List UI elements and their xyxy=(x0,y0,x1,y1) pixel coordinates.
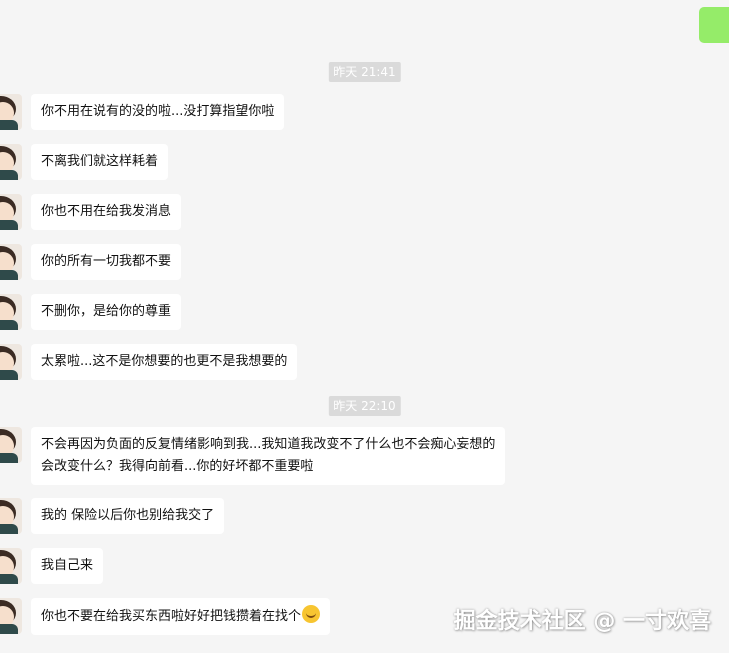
avatar[interactable] xyxy=(0,194,22,230)
message-row: 你也不用在给我发消息 xyxy=(0,194,182,230)
message-bubble[interactable]: 不离我们就这样耗着 xyxy=(31,144,169,180)
message-bubble[interactable]: 不删你，是给你的尊重 xyxy=(31,294,182,330)
avatar[interactable] xyxy=(0,498,22,534)
message-text: 你也不要在给我买东西啦好好把钱攒着在找个 xyxy=(41,609,302,624)
message-row: 你的所有一切我都不要 xyxy=(0,244,182,280)
message-row: 我的 保险以后你也别给我交了 xyxy=(0,498,225,534)
message-row: 你不用在说有的没的啦...没打算指望你啦 xyxy=(0,94,285,130)
avatar[interactable] xyxy=(0,94,22,130)
watermark: 掘金技术社区 @ 一寸欢喜 xyxy=(453,609,711,634)
avatar[interactable] xyxy=(0,244,22,280)
message-row: 你也不要在给我买东西啦好好把钱攒着在找个 xyxy=(0,598,331,635)
message-row: 我自己来 xyxy=(0,548,104,584)
avatar[interactable] xyxy=(0,294,22,330)
message-bubble[interactable]: 你的所有一切我都不要 xyxy=(31,244,182,280)
message-bubble[interactable]: 你也不用在给我发消息 xyxy=(31,194,182,230)
message-row: 不会再因为负面的反复情绪影响到我...我知道我改变不了什么也不会痴心妄想的 会改… xyxy=(0,427,506,485)
timestamp: 昨天 21:41 xyxy=(328,62,401,82)
avatar[interactable] xyxy=(0,144,22,180)
message-row: 不删你，是给你的尊重 xyxy=(0,294,182,330)
avatar[interactable] xyxy=(0,598,22,634)
timestamp: 昨天 22:10 xyxy=(328,396,401,416)
avatar[interactable] xyxy=(0,427,22,463)
message-row: 太累啦...这不是你想要的也更不是我想要的 xyxy=(0,344,298,380)
chat-window: 昨天 21:41 你不用在说有的没的啦...没打算指望你啦 不离我们就这样耗着 … xyxy=(0,0,729,653)
message-bubble[interactable]: 你不用在说有的没的啦...没打算指望你啦 xyxy=(31,94,285,130)
sent-message-bubble[interactable] xyxy=(699,7,729,43)
laughing-emoji-icon xyxy=(302,605,321,623)
message-bubble[interactable]: 你也不要在给我买东西啦好好把钱攒着在找个 xyxy=(31,598,331,635)
message-bubble[interactable]: 我自己来 xyxy=(31,548,104,584)
message-bubble[interactable]: 我的 保险以后你也别给我交了 xyxy=(31,498,225,534)
avatar[interactable] xyxy=(0,548,22,584)
message-bubble[interactable]: 不会再因为负面的反复情绪影响到我...我知道我改变不了什么也不会痴心妄想的 会改… xyxy=(31,427,506,485)
message-row: 不离我们就这样耗着 xyxy=(0,144,169,180)
message-bubble[interactable]: 太累啦...这不是你想要的也更不是我想要的 xyxy=(31,344,298,380)
avatar[interactable] xyxy=(0,344,22,380)
